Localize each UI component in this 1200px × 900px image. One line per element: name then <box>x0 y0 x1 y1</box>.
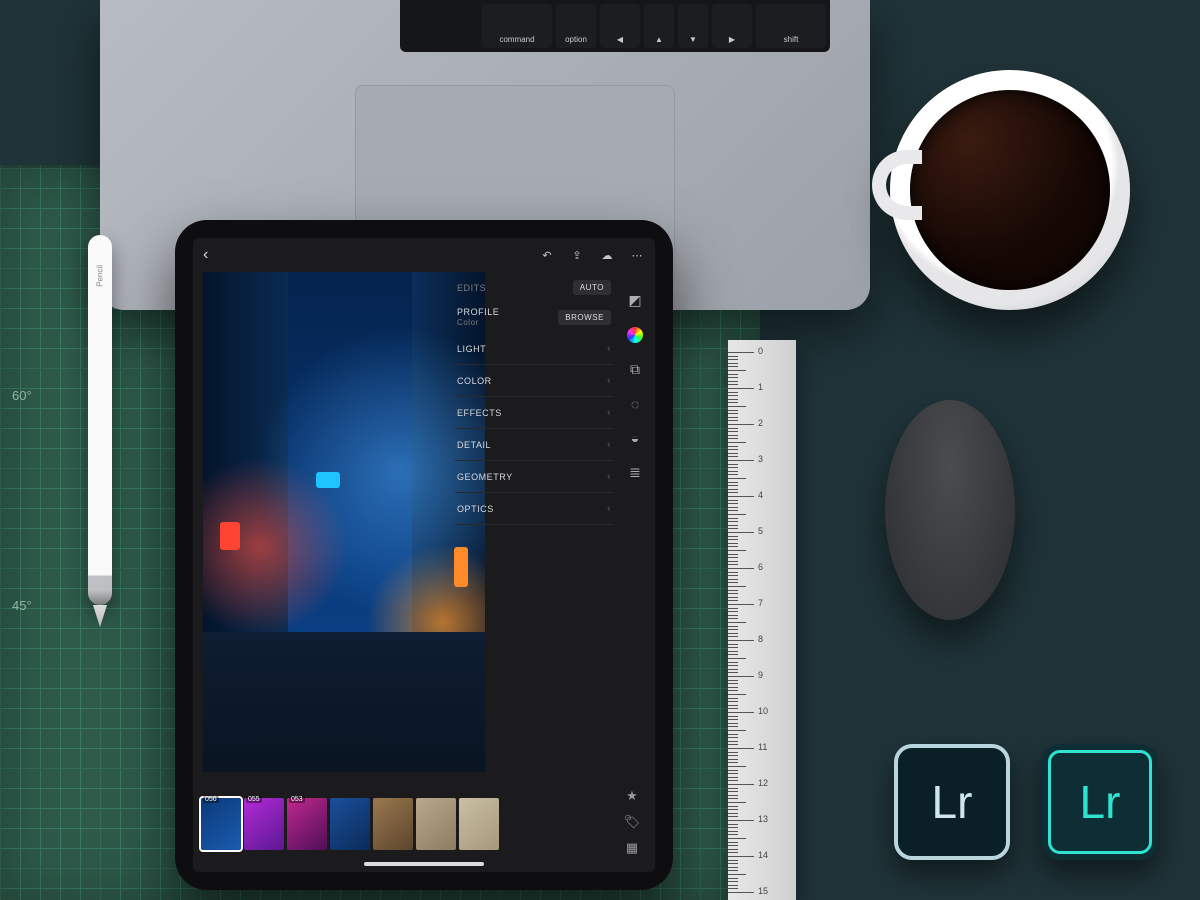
cloud-icon[interactable]: ☁ <box>599 249 615 262</box>
ruler-number: 3 <box>758 454 763 464</box>
app-topbar: ‹ ↶ ⇪ ☁ ⋯ <box>193 238 655 272</box>
adjust-icon[interactable]: ◩ <box>628 292 641 309</box>
ruler-number: 13 <box>758 814 768 824</box>
section-geometry[interactable]: GEOMETRY‹ <box>455 461 613 493</box>
ruler-number: 8 <box>758 634 763 644</box>
magic-mouse[interactable] <box>885 400 1015 620</box>
presets-icon[interactable]: ≣ <box>629 464 641 481</box>
thumbnail[interactable] <box>373 798 413 850</box>
thumbnail[interactable] <box>330 798 370 850</box>
pencil-brand: Pencil <box>96 265 105 287</box>
key-shift[interactable]: shift <box>756 4 826 48</box>
star-icon[interactable]: ★ <box>626 788 638 804</box>
mat-angle-45: 45° <box>12 598 32 613</box>
ruler-number: 6 <box>758 562 763 572</box>
ruler-number: 5 <box>758 526 763 536</box>
ruler-number: 9 <box>758 670 763 680</box>
key-down[interactable]: ▼ <box>678 4 708 48</box>
thumbnail[interactable]: 056 <box>201 798 241 850</box>
mat-angle-60: 60° <box>12 388 32 403</box>
ruler-number: 12 <box>758 778 768 788</box>
mask-icon[interactable]: ◒ <box>631 430 639 446</box>
ruler-number: 1 <box>758 382 763 392</box>
edits-tab[interactable]: EDITS <box>457 283 486 293</box>
heal-icon[interactable]: ◌ <box>631 396 639 412</box>
keyboard-strip: command option ◀ ▲ ▼ ▶ shift <box>400 0 830 52</box>
profile-label: PROFILE <box>457 307 499 317</box>
key-command[interactable]: command <box>482 4 552 48</box>
profile-value: Color <box>457 318 479 327</box>
thumbnail[interactable]: 053 <box>287 798 327 850</box>
home-indicator[interactable] <box>364 862 484 866</box>
section-optics[interactable]: OPTICS‹ <box>455 493 613 525</box>
thumbnail[interactable] <box>416 798 456 850</box>
section-effects[interactable]: EFFECTS‹ <box>455 397 613 429</box>
tool-column: ◩ ⧉ ◌ ◒ ≣ <box>621 292 649 481</box>
section-detail[interactable]: DETAIL‹ <box>455 429 613 461</box>
key-option[interactable]: option <box>556 4 596 48</box>
ruler-number: 4 <box>758 490 763 500</box>
browse-button[interactable]: BROWSE <box>558 310 611 325</box>
share-icon[interactable]: ⇪ <box>569 249 585 262</box>
more-icon[interactable]: ⋯ <box>629 249 645 262</box>
back-icon[interactable]: ‹ <box>203 246 208 264</box>
ruler-number: 10 <box>758 706 768 716</box>
ruler: 0123456789101112131415 <box>728 340 796 900</box>
lightroom-cc-icon[interactable]: Lr <box>1042 744 1158 860</box>
key-left[interactable]: ◀ <box>600 4 640 48</box>
ruler-number: 2 <box>758 418 763 428</box>
tag-icon[interactable]: 🏷 <box>624 814 641 830</box>
section-light[interactable]: LIGHT‹ <box>455 333 613 365</box>
ruler-number: 7 <box>758 598 763 608</box>
section-color[interactable]: COLOR‹ <box>455 365 613 397</box>
thumbnail[interactable] <box>459 798 499 850</box>
ruler-number: 0 <box>758 346 763 356</box>
key-right[interactable]: ▶ <box>712 4 752 48</box>
ruler-number: 11 <box>758 742 767 752</box>
coffee-cup <box>890 70 1130 310</box>
thumbnail[interactable]: 055 <box>244 798 284 850</box>
crop-icon[interactable]: ⧉ <box>630 361 640 378</box>
auto-button[interactable]: AUTO <box>573 280 611 295</box>
desk-scene: 60° 45° command option ◀ ▲ ▼ ▶ shift 012… <box>0 0 1200 900</box>
ruler-number: 15 <box>758 886 768 896</box>
ruler-number: 14 <box>758 850 768 860</box>
apple-pencil[interactable]: Pencil <box>88 235 112 605</box>
grid-icon[interactable]: ▦ <box>626 840 638 856</box>
edit-panel: EDITS AUTO PROFILE Color BROWSE LIGHT‹CO… <box>455 274 613 772</box>
ipad: ‹ ↶ ⇪ ☁ ⋯ EDITS AUTO <box>175 220 673 890</box>
filmstrip[interactable]: 056055053 <box>201 796 647 852</box>
key-up[interactable]: ▲ <box>644 4 674 48</box>
lightroom-classic-icon[interactable]: Lr <box>894 744 1010 860</box>
bottom-tools: ★ 🏷 ▦ <box>617 788 647 856</box>
color-wheel-icon[interactable] <box>627 327 643 343</box>
photo-canvas[interactable] <box>203 272 485 772</box>
undo-icon[interactable]: ↶ <box>539 249 555 262</box>
lightroom-app: ‹ ↶ ⇪ ☁ ⋯ EDITS AUTO <box>193 238 655 872</box>
